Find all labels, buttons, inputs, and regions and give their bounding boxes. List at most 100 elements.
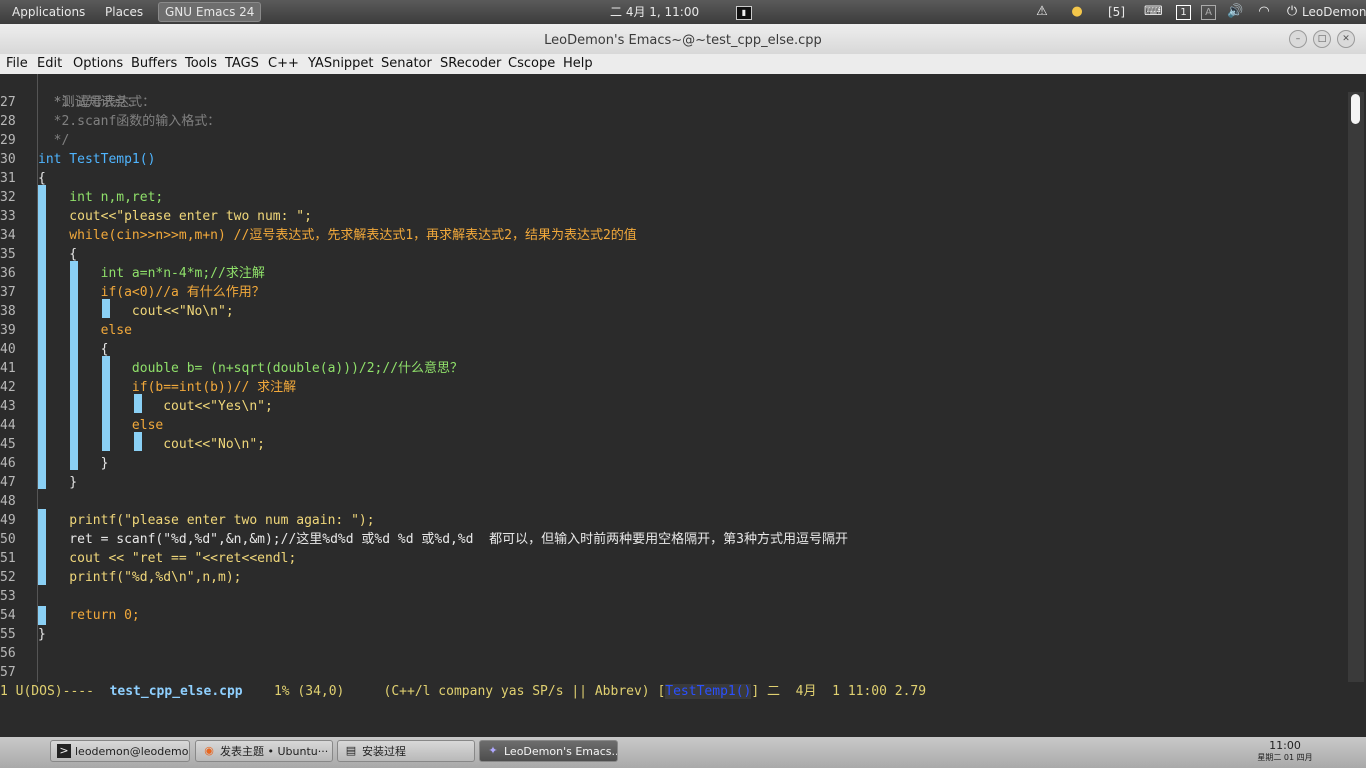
vertical-scrollbar[interactable] [1348, 92, 1364, 682]
code-line[interactable]: 50 ret = scanf("%d,%d",&n,&m);//这里%d%d 或… [0, 530, 1335, 549]
task-terminal[interactable]: > leodemon@leodemo... [50, 740, 190, 762]
line-number: 37 [0, 285, 16, 300]
code-text: } [38, 475, 78, 490]
code-line[interactable]: 33 cout<<"please enter two num: "; [0, 207, 1335, 226]
code-line[interactable]: 46 } [0, 454, 1335, 473]
menu-bar: File Edit Options Buffers Tools TAGS C++… [0, 54, 1366, 74]
code-line[interactable]: 45 cout<<"No\n"; [0, 435, 1335, 454]
window-title-bar[interactable]: LeoDemon's Emacs~@~test_cpp_else.cpp – □… [0, 24, 1366, 54]
workspace-count[interactable]: [5] [1108, 0, 1125, 24]
code-line[interactable]: 29 */ [0, 131, 1335, 150]
mode-line-function[interactable]: TestTemp1() [665, 684, 752, 699]
code-line[interactable]: 55} [0, 625, 1335, 644]
task-firefox[interactable]: ◉ 发表主题 • Ubuntu··· [195, 740, 333, 762]
wifi-icon[interactable]: ◠ [1256, 4, 1272, 20]
code-line[interactable]: 51 cout << "ret == "<<ret<<endl; [0, 549, 1335, 568]
code-line[interactable]: 54 return 0; [0, 606, 1335, 625]
places-menu[interactable]: Places [105, 0, 143, 24]
code-line[interactable]: 52 printf("%d,%d\n",n,m); [0, 568, 1335, 587]
code-line[interactable]: 48 [0, 492, 1335, 511]
firefox-icon: ◉ [204, 744, 214, 757]
line-number: 56 [0, 646, 16, 661]
code-line[interactable]: 44 else [0, 416, 1335, 435]
mode-line-buffer-name[interactable]: test_cpp_else.cpp [110, 684, 243, 699]
code-line[interactable]: 37 if(a<0)//a 有什么作用？ [0, 283, 1335, 302]
code-line[interactable]: 41 double b= (n+sqrt(double(a)))/2;//什么意… [0, 359, 1335, 378]
code-area[interactable]: *测试知识点： 27 *1.逗号表达式： 28 *2.scanf函数的输入格式：… [0, 74, 1348, 682]
task-emacs[interactable]: ✦ LeoDemon's Emacs... [479, 740, 618, 762]
power-user-icon[interactable]: ⏻ [1284, 4, 1300, 20]
code-line[interactable]: 36 int a=n*n-4*m;//求注解 [0, 264, 1335, 283]
code-line[interactable]: 53 [0, 587, 1335, 606]
line-number: 48 [0, 494, 16, 509]
code-text: cout<<"please enter two num: "; [38, 209, 312, 224]
code-line[interactable]: 32 int n,m,ret; [0, 188, 1335, 207]
echo-area[interactable] [0, 701, 1366, 719]
code-line[interactable]: 56 [0, 644, 1335, 663]
mode-line[interactable]: 1 U(DOS)---- test_cpp_else.cpp 1% (34,0)… [0, 682, 1366, 701]
taskbar-clock[interactable]: 11:00 星期二 01 四月 [1250, 740, 1320, 764]
maximize-icon[interactable]: □ [1313, 30, 1331, 48]
line-number: 39 [0, 323, 16, 338]
line-number: 36 [0, 266, 16, 281]
warning-icon[interactable]: ⚠ [1034, 4, 1050, 20]
menu-tools[interactable]: Tools [185, 54, 217, 74]
code-line[interactable]: 31 { [0, 169, 1335, 188]
code-line[interactable]: 30 int TestTemp1() [0, 150, 1335, 169]
keyboard-icon[interactable]: ⌨ [1144, 4, 1163, 20]
code-line[interactable]: 47 } [0, 473, 1335, 492]
panel-clock[interactable]: 二 4月 1, 11:00 [610, 0, 699, 24]
volume-icon[interactable]: 🔊 [1227, 4, 1243, 20]
terminal-tray-icon[interactable]: ▮ [736, 6, 752, 20]
code-line[interactable]: 43 cout<<"Yes\n"; [0, 397, 1335, 416]
code-line[interactable]: 57 [0, 663, 1335, 682]
mode-line-position: 1% (34,0) (C++/l company yas SP/s || Abb… [242, 684, 666, 699]
code-line[interactable]: 39 else [0, 321, 1335, 340]
code-text: printf("%d,%d\n",n,m); [38, 570, 242, 585]
code-line[interactable]: 34 while(cin>>n>>m,m+n) //逗号表达式，先求解表达式1，… [0, 226, 1335, 245]
menu-file[interactable]: File [6, 54, 28, 74]
qq-penguin-icon[interactable]: ● [1069, 4, 1085, 20]
line-number: 28 [0, 114, 16, 129]
code-text: */ [38, 133, 70, 148]
emacs-icon: ✦ [488, 744, 498, 757]
code-line[interactable]: 27 *1.逗号表达式： [0, 93, 1335, 112]
menu-cpp[interactable]: C++ [268, 54, 299, 74]
menu-cscope[interactable]: Cscope [508, 54, 555, 74]
line-number: 52 [0, 570, 16, 585]
minimize-icon[interactable]: – [1289, 30, 1307, 48]
mode-line-rest: ] 二 4月 1 11:00 2.79 [751, 684, 927, 699]
input-method-icon[interactable]: A [1201, 5, 1216, 20]
code-line[interactable]: 38 cout<<"No\n"; [0, 302, 1335, 321]
line-number: 35 [0, 247, 16, 262]
menu-tags[interactable]: TAGS [225, 54, 259, 74]
menu-options[interactable]: Options [73, 54, 123, 74]
code-line[interactable]: 49 printf("please enter two num again: "… [0, 511, 1335, 530]
editor-window[interactable]: *测试知识点： 27 *1.逗号表达式： 28 *2.scanf函数的输入格式：… [0, 74, 1366, 682]
menu-buffers[interactable]: Buffers [131, 54, 177, 74]
menu-yasnippet[interactable]: YASnippet [308, 54, 374, 74]
applications-menu[interactable]: Applications [12, 0, 85, 24]
scrollbar-thumb[interactable] [1351, 94, 1360, 124]
user-name[interactable]: LeoDemon [1302, 0, 1366, 24]
task-document[interactable]: ▤ 安装过程 [337, 740, 475, 762]
code-line[interactable]: 35 { [0, 245, 1335, 264]
code-text: cout<<"No\n"; [38, 437, 265, 452]
code-line[interactable]: 28 *2.scanf函数的输入格式： [0, 112, 1335, 131]
workspace-number[interactable]: 1 [1176, 5, 1191, 20]
menu-senator[interactable]: Senator [381, 54, 432, 74]
line-number: 46 [0, 456, 16, 471]
code-line[interactable]: 40 { [0, 340, 1335, 359]
line-number: 50 [0, 532, 16, 547]
clock-date: 星期二 01 四月 [1257, 753, 1313, 762]
line-number: 43 [0, 399, 16, 414]
active-window-button[interactable]: GNU Emacs 24 [158, 2, 262, 22]
close-icon[interactable]: ✕ [1337, 30, 1355, 48]
code-line[interactable]: 42 if(b==int(b))// 求注解 [0, 378, 1335, 397]
clock-time: 11:00 [1269, 739, 1301, 752]
menu-edit[interactable]: Edit [37, 54, 62, 74]
code-line[interactable]: *测试知识点： [0, 74, 1335, 110]
menu-srecoder[interactable]: SRecoder [440, 54, 501, 74]
line-number: 55 [0, 627, 16, 642]
menu-help[interactable]: Help [563, 54, 593, 74]
